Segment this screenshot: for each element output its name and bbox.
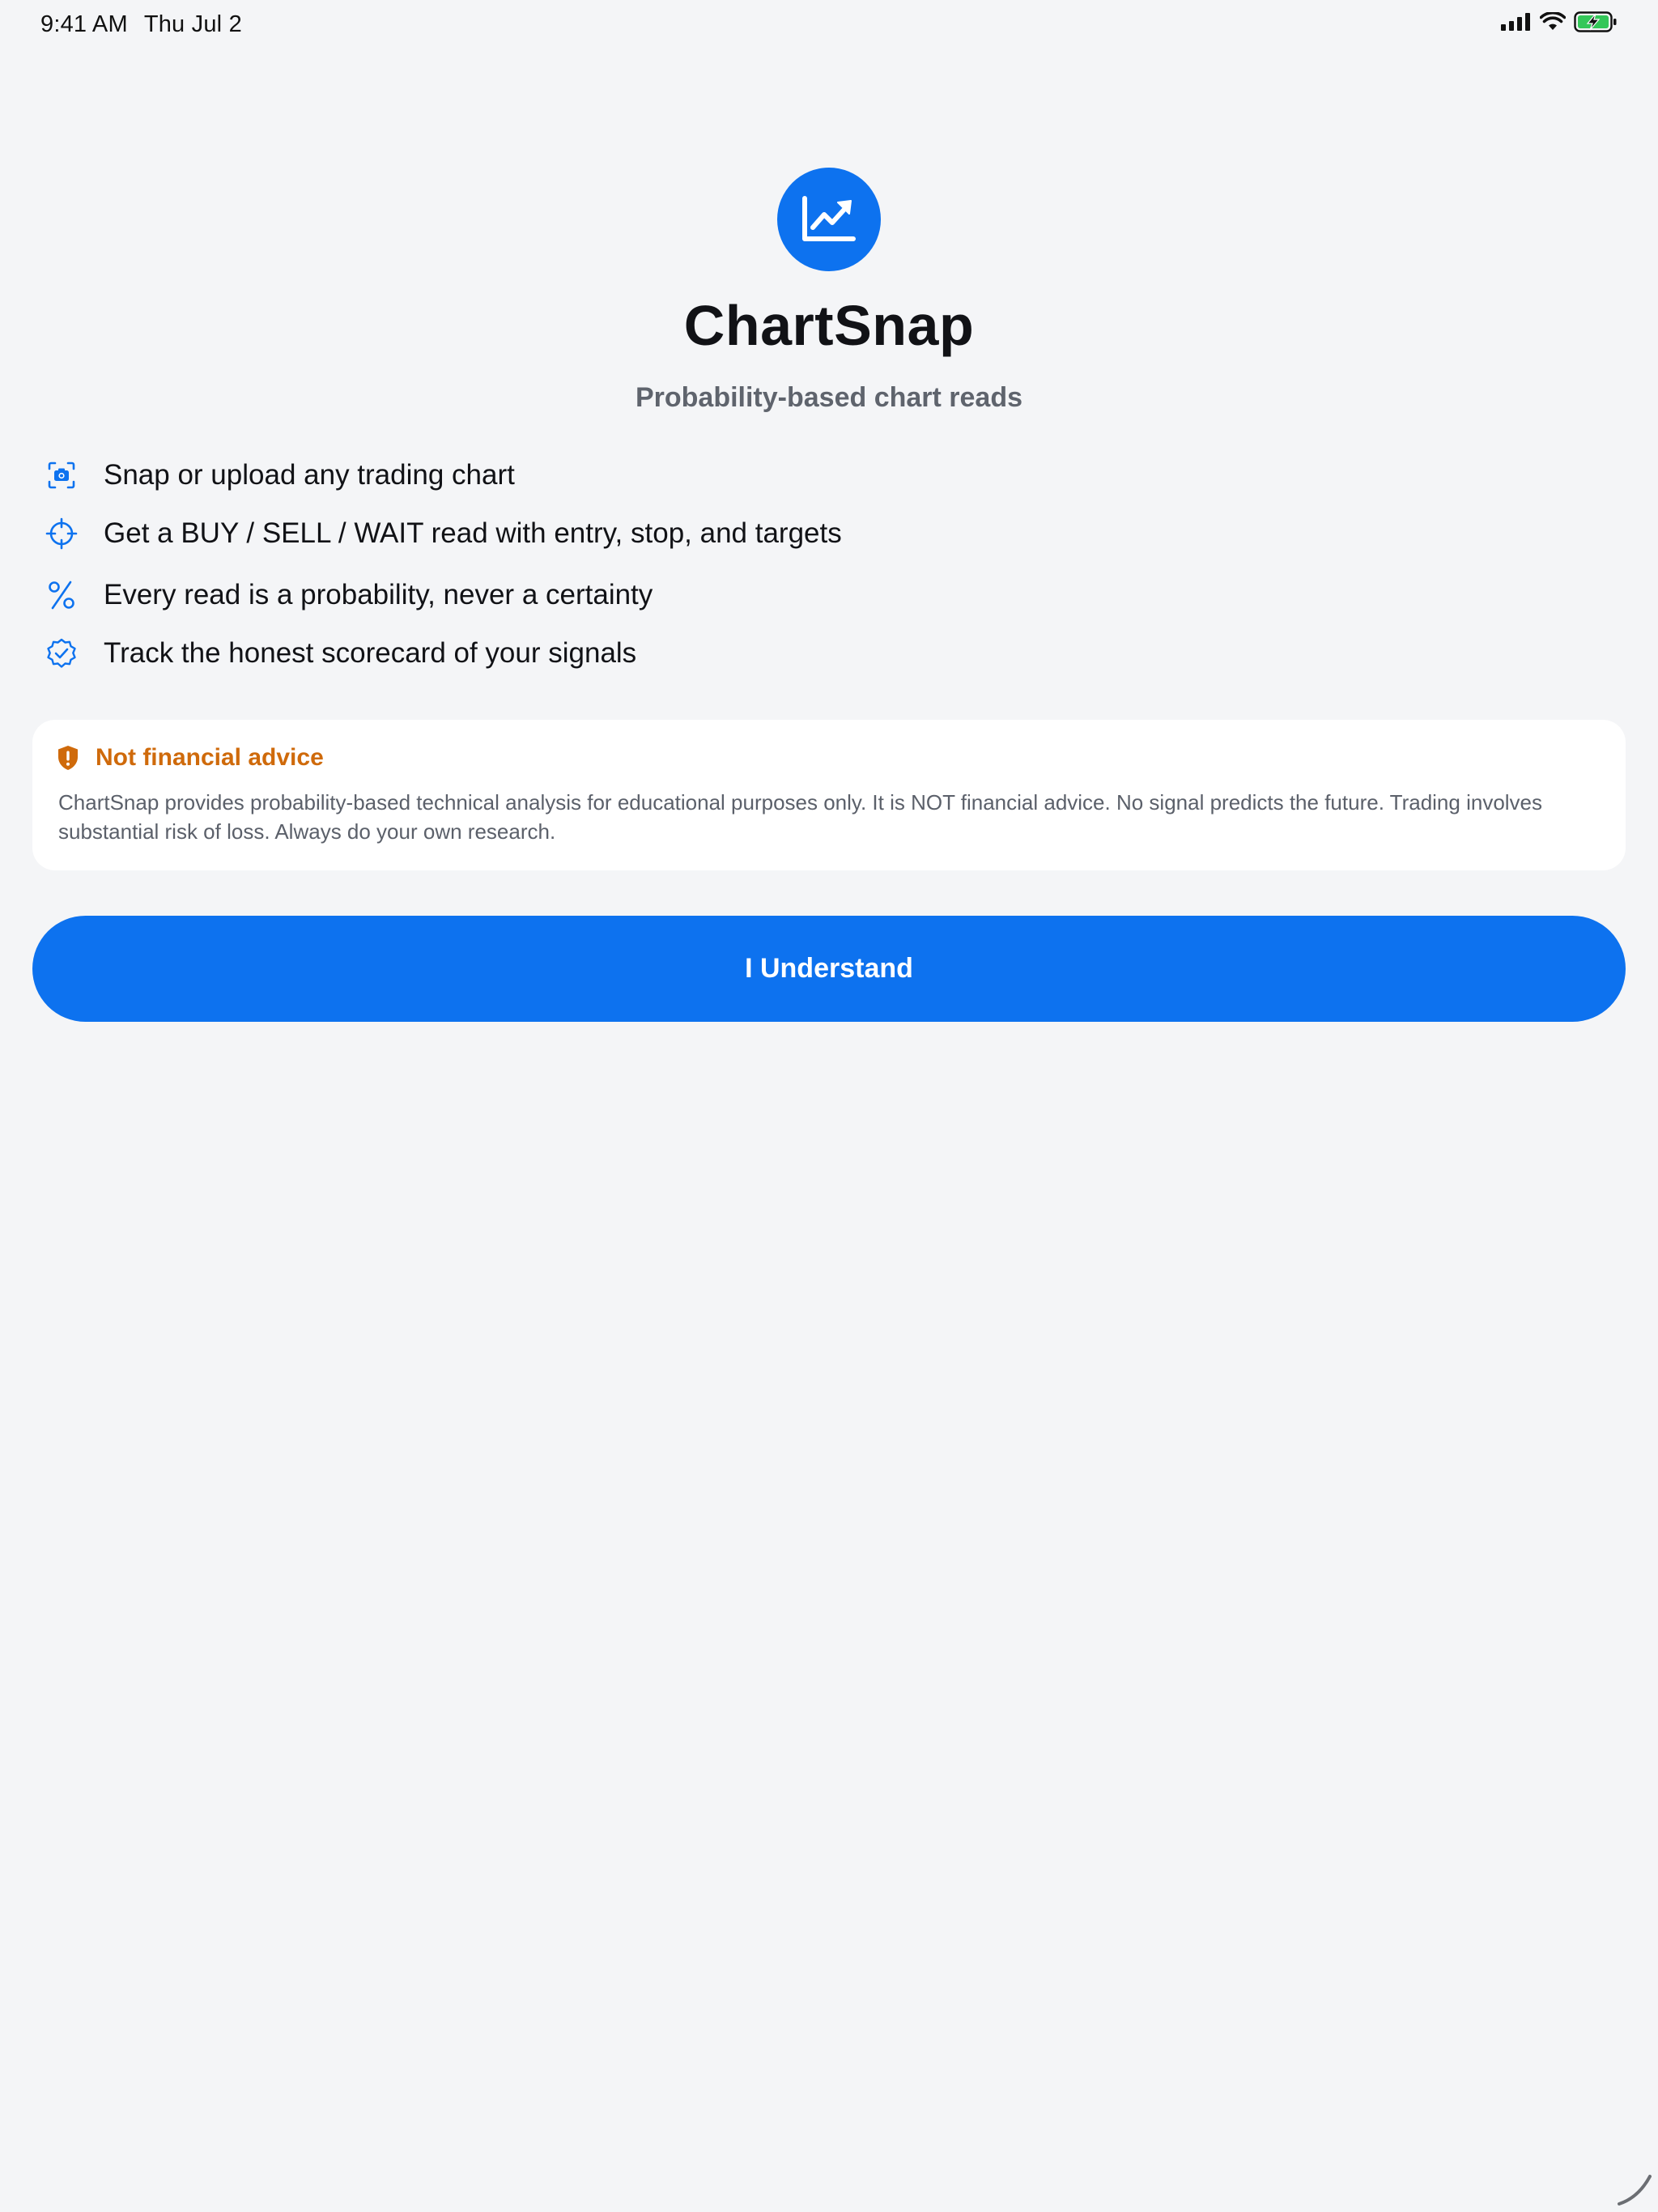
app-title: ChartSnap bbox=[683, 294, 975, 357]
checkmark-seal-icon bbox=[45, 637, 78, 670]
feature-text: Every read is a probability, never a cer… bbox=[104, 579, 653, 610]
feature-text: Track the honest scorecard of your signa… bbox=[104, 637, 637, 669]
camera-viewfinder-icon bbox=[45, 459, 78, 491]
feature-item: Snap or upload any trading chart bbox=[45, 455, 515, 496]
crosshair-icon bbox=[45, 517, 78, 550]
disclaimer-title: Not financial advice bbox=[96, 744, 324, 771]
i-understand-button[interactable]: I Understand bbox=[32, 916, 1626, 1022]
status-icons bbox=[1501, 11, 1618, 32]
status-date: Thu Jul 2 bbox=[143, 11, 242, 37]
feature-text: Get a BUY / SELL / WAIT read with entry,… bbox=[104, 517, 842, 549]
disclaimer-header: Not financial advice bbox=[57, 744, 324, 772]
feature-item: Get a BUY / SELL / WAIT read with entry,… bbox=[45, 513, 842, 554]
battery-charging-icon bbox=[1574, 11, 1617, 32]
cellular-signal-icon bbox=[1501, 13, 1530, 31]
disclaimer-card: Not financial advice ChartSnap provides … bbox=[32, 720, 1626, 870]
feature-item: Every read is a probability, never a cer… bbox=[45, 575, 653, 615]
shield-exclamation-icon bbox=[58, 746, 78, 770]
app-logo bbox=[777, 168, 881, 271]
app-subtitle: Probability-based chart reads bbox=[635, 382, 1023, 413]
percent-icon bbox=[45, 579, 78, 611]
home-indicator bbox=[1618, 2175, 1652, 2206]
feature-item: Track the honest scorecard of your signa… bbox=[45, 633, 636, 674]
status-time: 9:41 AM bbox=[40, 11, 128, 37]
chart-line-up-icon bbox=[802, 196, 856, 241]
wifi-icon bbox=[1540, 12, 1566, 30]
feature-text: Snap or upload any trading chart bbox=[104, 459, 515, 491]
disclaimer-body: ChartSnap provides probability-based tec… bbox=[58, 790, 1543, 844]
status-time-date: 9:41 AM Thu Jul 2 bbox=[40, 11, 258, 38]
status-bar: 9:41 AM Thu Jul 2 bbox=[0, 0, 1658, 52]
